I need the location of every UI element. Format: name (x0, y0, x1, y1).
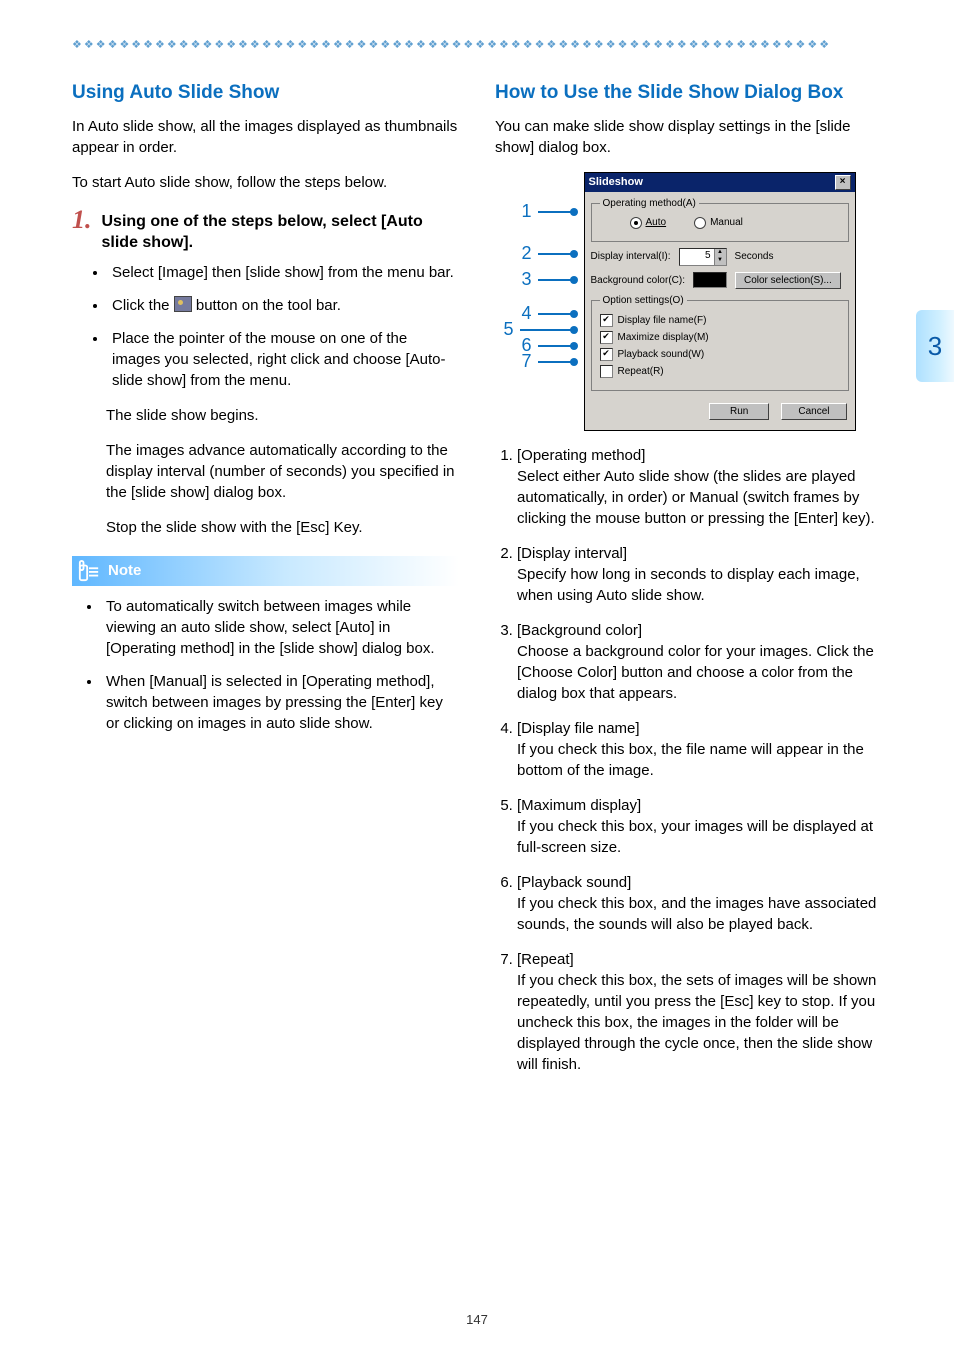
page-number: 147 (0, 1312, 954, 1327)
left-column: Using Auto Slide Show In Auto slide show… (72, 81, 459, 1089)
list-item: [Background color] Choose a background co… (517, 620, 882, 704)
option-settings-group: Option settings(O) ✔Display file name(F)… (591, 295, 849, 391)
spinner-down-icon[interactable]: ▼ (714, 257, 726, 265)
dialog-figure: 1 2 3 4 5 6 7 Slideshow × (495, 172, 882, 431)
item-body: If you check this box, the file name wil… (517, 741, 864, 779)
decorative-diamond-row: ❖❖❖❖❖❖❖❖❖❖❖❖❖❖❖❖❖❖❖❖❖❖❖❖❖❖❖❖❖❖❖❖❖❖❖❖❖❖❖❖… (72, 38, 882, 51)
callout-1: 1 (522, 201, 532, 222)
explanation-list: [Operating method] Select either Auto sli… (495, 445, 882, 1075)
run-button[interactable]: Run (709, 403, 769, 420)
interval-value: 5 (680, 249, 714, 265)
two-column-layout: Using Auto Slide Show In Auto slide show… (72, 81, 882, 1089)
item-body: If you check this box, and the images ha… (517, 895, 876, 933)
checkbox-maximize[interactable]: ✔Maximize display(M) (600, 329, 840, 346)
interval-spinner[interactable]: 5 ▲▼ (679, 248, 727, 266)
close-icon[interactable]: × (835, 175, 851, 190)
bullet-select-menu: Select [Image] then [slide show] from th… (108, 262, 459, 283)
bullet-click-toolbar-after: button on the tool bar. (196, 297, 341, 314)
callout-numbers: 1 2 3 4 5 6 7 (522, 172, 578, 431)
right-heading: How to Use the Slide Show Dialog Box (495, 81, 882, 106)
cancel-button[interactable]: Cancel (781, 403, 846, 420)
left-heading: Using Auto Slide Show (72, 81, 459, 106)
item-title: [Playback sound] (517, 874, 631, 891)
spinner-up-icon[interactable]: ▲ (714, 249, 726, 257)
item-body: If you check this box, your images will … (517, 818, 873, 856)
slideshow-toolbar-icon (174, 296, 192, 312)
radio-icon (630, 217, 642, 229)
operating-method-legend: Operating method(A) (600, 198, 699, 209)
chapter-number: 3 (928, 331, 942, 362)
note-heading-bar: Note (72, 556, 459, 586)
callout-3: 3 (522, 269, 532, 290)
chapter-side-tab: 3 (916, 310, 954, 382)
callout-5: 5 (504, 319, 514, 340)
item-title: [Background color] (517, 622, 642, 639)
callout-2: 2 (522, 243, 532, 264)
result-begins: The slide show begins. (106, 405, 459, 426)
checkbox-icon (600, 365, 613, 378)
item-title: [Display interval] (517, 545, 627, 562)
list-item: [Operating method] Select either Auto sli… (517, 445, 882, 529)
radio-auto[interactable]: Auto (630, 217, 667, 229)
left-intro-2: To start Auto slide show, follow the ste… (72, 172, 459, 193)
item-title: [Operating method] (517, 447, 645, 464)
checkbox-icon: ✔ (600, 348, 613, 361)
color-selection-button[interactable]: Color selection(S)... (735, 272, 841, 289)
note-bullet-manual: When [Manual] is selected in [Operating … (102, 671, 459, 734)
step-result-block: The slide show begins. The images advanc… (106, 405, 459, 538)
item-body: If you check this box, the sets of image… (517, 972, 876, 1073)
page: ❖❖❖❖❖❖❖❖❖❖❖❖❖❖❖❖❖❖❖❖❖❖❖❖❖❖❖❖❖❖❖❖❖❖❖❖❖❖❖❖… (0, 0, 954, 1351)
radio-manual[interactable]: Manual (694, 217, 743, 229)
step-instruction: Using one of the steps below, select [Au… (102, 207, 460, 254)
seconds-label: Seconds (735, 251, 774, 262)
operating-method-group: Operating method(A) Auto Manual (591, 198, 849, 242)
left-intro-1: In Auto slide show, all the images displ… (72, 116, 459, 158)
item-title: [Maximum display] (517, 797, 641, 814)
background-color-row: Background color(C): Color selection(S).… (591, 272, 849, 289)
checkbox-icon: ✔ (600, 314, 613, 327)
result-stop: Stop the slide show with the [Esc] Key. (106, 517, 459, 538)
checkbox-repeat[interactable]: Repeat(R) (600, 363, 840, 380)
list-item: [Playback sound] If you check this box, a… (517, 872, 882, 935)
dialog-buttons: Run Cancel (585, 397, 855, 430)
right-column: How to Use the Slide Show Dialog Box You… (495, 81, 882, 1089)
slideshow-dialog: Slideshow × Operating method(A) Auto Man… (584, 172, 856, 431)
callout-7: 7 (522, 351, 532, 372)
option-settings-legend: Option settings(O) (600, 295, 687, 306)
step-bullet-list: Select [Image] then [slide show] from th… (72, 262, 459, 391)
item-body: Choose a background color for your image… (517, 643, 874, 702)
item-title: [Display file name] (517, 720, 640, 737)
right-intro: You can make slide show display settings… (495, 116, 882, 158)
note-label: Note (108, 562, 141, 579)
note-icon (78, 560, 100, 582)
display-interval-row: Display interval(I): 5 ▲▼ Seconds (591, 248, 849, 266)
item-body: Select either Auto slide show (the slide… (517, 468, 875, 527)
list-item: [Display interval] Specify how long in se… (517, 543, 882, 606)
step-1: 1. Using one of the steps below, select … (72, 207, 459, 254)
bullet-right-click: Place the pointer of the mouse on one of… (108, 328, 459, 391)
list-item: [Display file name] If you check this box… (517, 718, 882, 781)
item-body: Specify how long in seconds to display e… (517, 566, 860, 604)
checkbox-playback-sound[interactable]: ✔Playback sound(W) (600, 346, 840, 363)
step-number: 1. (72, 207, 92, 233)
display-interval-label: Display interval(I): (591, 251, 671, 262)
bullet-click-toolbar: Click the button on the tool bar. (108, 295, 459, 316)
list-item: [Maximum display] If you check this box, … (517, 795, 882, 858)
result-advance: The images advance automatically accordi… (106, 440, 459, 503)
list-item: [Repeat] If you check this box, the sets … (517, 949, 882, 1075)
checkbox-display-filename[interactable]: ✔Display file name(F) (600, 312, 840, 329)
background-color-label: Background color(C): (591, 275, 685, 286)
radio-icon (694, 217, 706, 229)
dialog-titlebar: Slideshow × (585, 173, 855, 192)
dialog-title: Slideshow (589, 176, 643, 188)
note-bullet-auto: To automatically switch between images w… (102, 596, 459, 659)
checkbox-icon: ✔ (600, 331, 613, 344)
note-bullet-list: To automatically switch between images w… (72, 596, 459, 734)
color-swatch (693, 272, 727, 288)
bullet-click-toolbar-before: Click the (112, 297, 174, 314)
item-title: [Repeat] (517, 951, 574, 968)
